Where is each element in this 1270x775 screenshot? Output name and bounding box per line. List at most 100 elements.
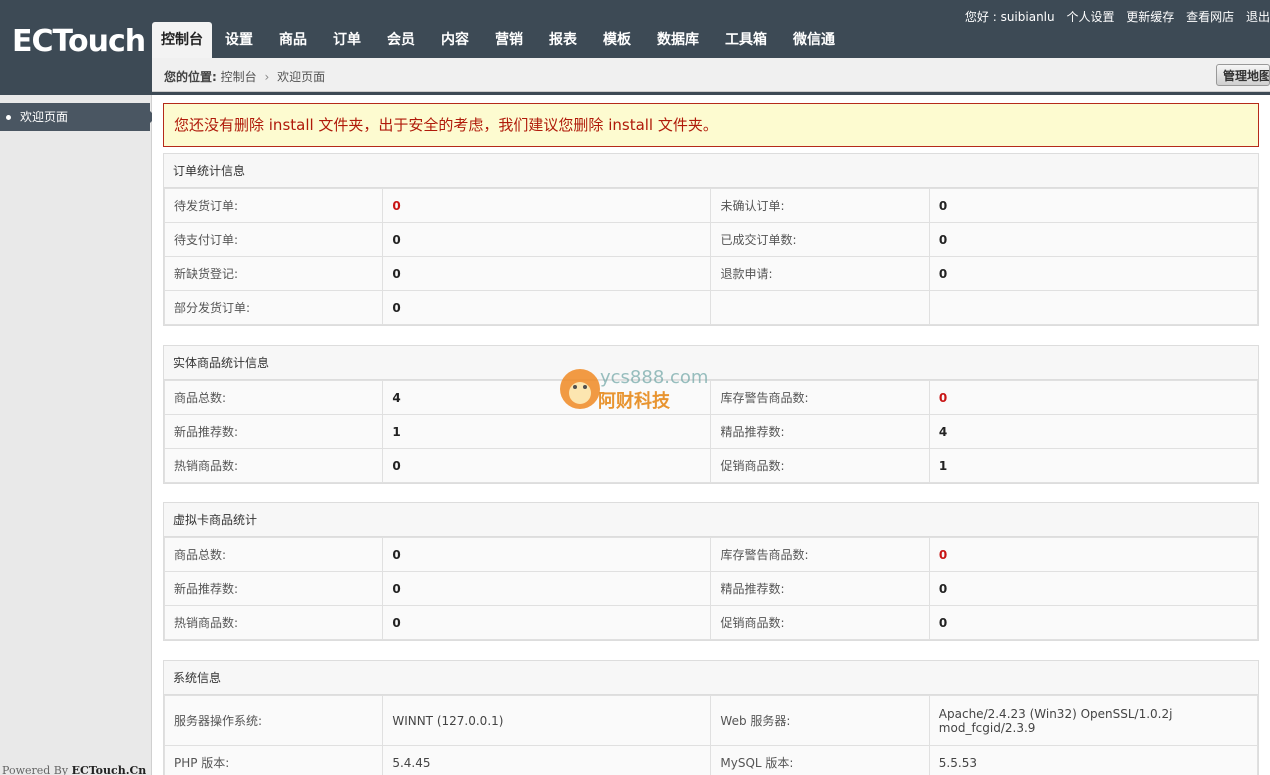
breadcrumb-label: 您的位置: <box>164 70 217 84</box>
stat-label: 新品推荐数: <box>163 414 384 449</box>
stat-label: 服务器操作系统: <box>163 695 384 746</box>
sidebar-item-welcome[interactable]: 欢迎页面 <box>0 103 156 131</box>
view-store-link[interactable]: 查看网店 <box>1186 10 1234 24</box>
table-row: 新缺货登记: 0 退款申请: 0 <box>163 256 1259 291</box>
stat-value: 4 <box>928 414 1259 449</box>
watermark-sub: 阿财科技 <box>598 391 670 412</box>
system-info-table: 服务器操作系统: WINNT (127.0.0.1) Web 服务器: Apache/… <box>163 695 1259 775</box>
sidebar: 欢迎页面 Powered By ECTouch.Cn <box>0 95 156 775</box>
breadcrumb-home[interactable]: 控制台 <box>221 70 257 84</box>
breadcrumb-current: 欢迎页面 <box>277 70 326 84</box>
stat-label: 商品总数: <box>163 380 384 415</box>
stat-label: Web 服务器: <box>710 695 930 746</box>
stat-value: 0 <box>382 256 712 291</box>
virtual-stats-table: 商品总数: 0 库存警告商品数: 0 新品推荐数: 0 精品推荐数: 0 热销商品数: 0 促销商品… <box>163 537 1259 640</box>
stat-value: 0 <box>382 222 712 257</box>
stat-label: 部分发货订单: <box>163 290 384 325</box>
stat-value: 0 <box>382 290 712 325</box>
stat-label: 精品推荐数: <box>710 571 930 606</box>
install-warning: 您还没有删除 install 文件夹，出于安全的考虑，我们建议您删除 insta… <box>163 103 1259 147</box>
stat-value: 0 <box>928 380 1259 415</box>
table-row: 热销商品数: 0 促销商品数: 0 <box>163 605 1259 640</box>
nav-item[interactable]: 订单 <box>320 22 374 58</box>
stat-value: 0 <box>928 571 1259 606</box>
stat-value: Apache/2.4.23 (Win32) OpenSSL/1.0.2j mod… <box>928 695 1259 746</box>
logo-text: ECTouch <box>12 24 146 59</box>
table-row: 待支付订单: 0 已成交订单数: 0 <box>163 222 1259 257</box>
stat-label: 新缺货登记: <box>163 256 384 291</box>
stat-label: 精品推荐数: <box>710 414 930 449</box>
powered-by: Powered By ECTouch.Cn <box>2 764 146 775</box>
nav-item[interactable]: 模板 <box>590 22 644 58</box>
stat-label: 库存警告商品数: <box>710 537 930 572</box>
stat-label: 促销商品数: <box>710 448 930 483</box>
order-stats-table: 待发货订单: 0 未确认订单: 0 待支付订单: 0 已成交订单数: 0 新缺货登记: 0 退款申请… <box>163 188 1259 325</box>
stat-label: PHP 版本: <box>163 745 384 775</box>
stat-value: 0 <box>928 222 1259 257</box>
stat-value: 0 <box>382 571 712 606</box>
nav-item[interactable]: 内容 <box>428 22 482 58</box>
table-row: 部分发货订单: 0 <box>163 290 1259 325</box>
panel-title: 系统信息 <box>164 661 1258 695</box>
table-row: 商品总数: 0 库存警告商品数: 0 <box>163 537 1259 572</box>
stat-label: 新品推荐数: <box>163 571 384 606</box>
stat-label: 商品总数: <box>163 537 384 572</box>
main-nav: 控制台 设置 商品 订单 会员 内容 营销 报表 模板 数据库 工具箱 微信通 <box>152 22 848 58</box>
panel-title: 虚拟卡商品统计 <box>164 503 1258 537</box>
stat-label: 已成交订单数: <box>710 222 930 257</box>
table-row: 服务器操作系统: WINNT (127.0.0.1) Web 服务器: Apache/… <box>163 695 1259 746</box>
watermark-logo: ycs888.com 阿财科技 <box>558 361 714 417</box>
stat-label: 热销商品数: <box>163 448 384 483</box>
nav-item[interactable]: 营销 <box>482 22 536 58</box>
stat-label: 待发货订单: <box>163 188 384 223</box>
top-links: 您好 : suibianlu 个人设置 更新缓存 查看网店 退出 <box>965 8 1270 25</box>
main-content: 您还没有删除 install 文件夹，出于安全的考虑，我们建议您删除 insta… <box>152 95 1270 775</box>
ectouch-logo[interactable]: ECTouch <box>12 24 146 59</box>
stat-label: 库存警告商品数: <box>710 380 930 415</box>
table-row: 热销商品数: 0 促销商品数: 1 <box>163 448 1259 483</box>
stat-label: 促销商品数: <box>710 605 930 640</box>
stat-value: 5.4.45 <box>382 745 712 775</box>
stat-value: 0 <box>382 188 712 223</box>
stat-label: 退款申请: <box>710 256 930 291</box>
stat-value: 0 <box>382 537 712 572</box>
stat-label: 热销商品数: <box>163 605 384 640</box>
table-row: 新品推荐数: 0 精品推荐数: 0 <box>163 571 1259 606</box>
nav-item[interactable]: 微信通 <box>780 22 848 58</box>
system-info-panel: 系统信息 服务器操作系统: WINNT (127.0.0.1) Web 服务器: Ap… <box>163 660 1259 775</box>
nav-item[interactable]: 商品 <box>266 22 320 58</box>
nav-item[interactable]: 数据库 <box>644 22 712 58</box>
nav-item[interactable]: 控制台 <box>152 22 212 58</box>
breadcrumb-bar: 您的位置: 控制台 › 欢迎页面 管理地图 <box>152 58 1270 92</box>
stat-value: 1 <box>382 414 712 449</box>
stat-value: 0 <box>382 605 712 640</box>
order-stats-panel: 订单统计信息 待发货订单: 0 未确认订单: 0 待支付订单: 0 已成交订单数: 0 新缺货登… <box>163 153 1259 326</box>
table-row: 待发货订单: 0 未确认订单: 0 <box>163 188 1259 223</box>
stat-value: 0 <box>928 188 1259 223</box>
stat-value: 1 <box>928 448 1259 483</box>
nav-item[interactable]: 设置 <box>212 22 266 58</box>
stat-label: 未确认订单: <box>710 188 930 223</box>
powered-prefix: Powered By <box>2 764 69 775</box>
breadcrumb-separator-icon: › <box>264 70 270 84</box>
clear-cache-link[interactable]: 更新缓存 <box>1126 10 1174 24</box>
watermark-text: ycs888.com <box>600 367 709 388</box>
stat-value: 0 <box>382 448 712 483</box>
stat-value <box>928 290 1259 325</box>
table-row: 新品推荐数: 1 精品推荐数: 4 <box>163 414 1259 449</box>
nav-item[interactable]: 报表 <box>536 22 590 58</box>
profile-link[interactable]: 个人设置 <box>1066 10 1114 24</box>
virtual-stats-panel: 虚拟卡商品统计 商品总数: 0 库存警告商品数: 0 新品推荐数: 0 精品推荐数: 0 热销商… <box>163 502 1259 641</box>
powered-brand[interactable]: ECTouch.Cn <box>72 764 147 775</box>
nav-item[interactable]: 工具箱 <box>712 22 780 58</box>
nav-item[interactable]: 会员 <box>374 22 428 58</box>
stat-label <box>710 290 930 325</box>
stat-value: 0 <box>928 537 1259 572</box>
sitemap-button[interactable]: 管理地图 <box>1216 64 1270 86</box>
logout-link[interactable]: 退出 <box>1246 10 1270 24</box>
stat-value: 0 <box>928 605 1259 640</box>
stat-value: WINNT (127.0.0.1) <box>382 695 712 746</box>
breadcrumb: 您的位置: 控制台 › 欢迎页面 <box>164 68 325 85</box>
user-greeting: 您好 : suibianlu <box>964 10 1055 24</box>
watermark-fox-icon <box>560 369 600 409</box>
